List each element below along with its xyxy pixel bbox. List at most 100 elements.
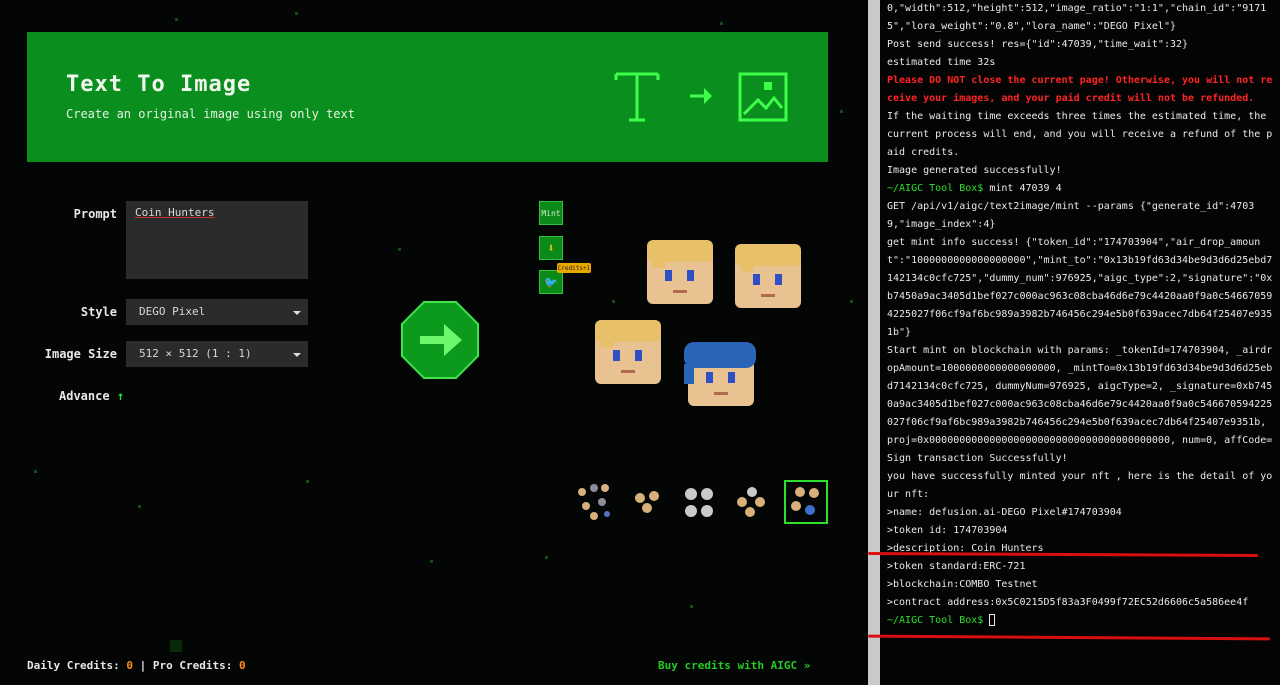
thumbnail-5-selected[interactable] [784, 480, 828, 524]
terminal-line: >blockchain:COMBO Testnet [887, 576, 1274, 594]
terminal-panel[interactable]: 0,"width":512,"height":512,"image_ratio"… [880, 0, 1280, 685]
terminal-text: you have successfully minted your nft , … [887, 471, 1273, 500]
terminal-line: >token id: 174703904 [887, 522, 1274, 540]
terminal-cursor [989, 614, 996, 626]
bg-dot [690, 605, 693, 608]
avatar [735, 244, 801, 308]
generated-image-preview [595, 240, 801, 406]
terminal-text: GET /api/v1/aigc/text2image/mint --param… [887, 201, 1255, 230]
terminal-text: >name: defusion.ai-DEGO Pixel#174703904 [887, 507, 1122, 518]
thumbnail-image [578, 484, 610, 520]
terminal-text: Please DO NOT close the current page! Ot… [887, 75, 1273, 104]
image-size-value: 512 × 512 (1 : 1) [139, 347, 252, 360]
thumbnail-1[interactable] [574, 480, 618, 524]
image-size-select[interactable]: 512 × 512 (1 : 1) [126, 341, 308, 367]
credits-separator: | [139, 659, 147, 672]
style-select[interactable]: DEGO Pixel [126, 299, 308, 325]
terminal-line: Sign transaction Successfully! [887, 450, 1274, 468]
terminal-text: mint 47039 4 [989, 183, 1062, 194]
thumbnail-3[interactable] [678, 480, 722, 524]
terminal-text: estimated time 32s [887, 57, 996, 68]
thumbnail-4[interactable] [730, 480, 774, 524]
terminal-line: estimated time 32s [887, 54, 1274, 72]
credits-summary: Daily Credits: 0 | Pro Credits: 0 [27, 659, 246, 672]
terminal-line: Image generated successfully! [887, 162, 1274, 180]
bg-dot [545, 556, 548, 559]
hero-banner: Text To Image Create an original image u… [27, 32, 828, 162]
shell-prompt: ~/AIGC Tool Box$ [887, 183, 990, 194]
terminal-line: 0,"width":512,"height":512,"image_ratio"… [887, 0, 1274, 36]
terminal-line: GET /api/v1/aigc/text2image/mint --param… [887, 198, 1274, 234]
terminal-text: If the waiting time exceeds three times … [887, 111, 1273, 158]
terminal-text: >token standard:ERC-721 [887, 561, 1026, 572]
prompt-label: Prompt [73, 207, 117, 221]
style-value: DEGO Pixel [139, 305, 206, 318]
twitter-share-button[interactable]: 🐦 [539, 270, 563, 294]
terminal-text: Post send success! res={"id":47039,"time… [887, 39, 1189, 50]
terminal-line: ~/AIGC Tool Box$ mint 47039 4 [887, 180, 1274, 198]
chevron-down-icon [293, 353, 301, 357]
prompt-textarea[interactable]: Coin Hunters [126, 201, 308, 279]
hero-illustration [612, 68, 792, 134]
text-to-image-icon [614, 72, 788, 122]
daily-credits-value: 0 [126, 659, 133, 672]
arrow-up-icon: ↑ [116, 389, 125, 403]
pro-credits-value: 0 [238, 659, 246, 672]
bg-dot [295, 12, 298, 15]
terminal-text: Start mint on blockchain with params: _t… [887, 345, 1273, 446]
bg-dot [306, 480, 309, 483]
bg-dot [398, 248, 401, 251]
terminal-text: Sign transaction Successfully! [887, 453, 1068, 464]
mint-label: Mint [541, 208, 561, 218]
bg-dot [850, 300, 853, 303]
terminal-text: >token id: 174703904 [887, 525, 1008, 536]
bg-dot [840, 110, 843, 113]
terminal-text: >contract address:0x5C0215D5f83a3F0499f7… [887, 597, 1249, 608]
terminal-line: >token standard:ERC-721 [887, 558, 1274, 576]
terminal-line: get mint info success! {"token_id":"1747… [887, 234, 1274, 342]
thumbnail-image [791, 487, 819, 515]
thumbnail-image [737, 487, 765, 517]
terminal-line: ~/AIGC Tool Box$ [887, 612, 1274, 630]
advance-toggle[interactable]: Advance ↑ [59, 389, 124, 403]
main-panel: Text To Image Create an original image u… [0, 0, 868, 685]
image-size-label: Image Size [44, 347, 117, 361]
style-label: Style [80, 305, 117, 319]
download-icon: ⬇ [547, 241, 555, 255]
bg-dot [720, 22, 723, 25]
avatar [684, 342, 756, 406]
shell-prompt: ~/AIGC Tool Box$ [887, 615, 990, 626]
terminal-line: Please DO NOT close the current page! Ot… [887, 72, 1274, 108]
bg-dot [138, 505, 141, 508]
bg-dot [175, 18, 178, 21]
terminal-text: 0,"width":512,"height":512,"image_ratio"… [887, 3, 1267, 32]
terminal-line: Start mint on blockchain with params: _t… [887, 342, 1274, 450]
terminal-line: you have successfully minted your nft , … [887, 468, 1274, 504]
twitter-icon: 🐦 [544, 275, 558, 289]
terminal-line: If the waiting time exceeds three times … [887, 108, 1274, 162]
terminal-text: get mint info success! {"token_id":"1747… [887, 237, 1273, 338]
avatar [595, 320, 661, 384]
chevron-down-icon [293, 311, 301, 315]
download-button[interactable]: ⬇ [539, 236, 563, 260]
thumbnail-2[interactable] [626, 480, 670, 524]
bg-dot [170, 640, 182, 652]
buy-credits-link[interactable]: Buy credits with AIGC » [658, 659, 810, 672]
generate-button[interactable] [400, 300, 480, 384]
prompt-text: Coin Hunters [135, 206, 215, 219]
terminal-line: >contract address:0x5C0215D5f83a3F0499f7… [887, 594, 1274, 612]
mint-button[interactable]: Mint [539, 201, 563, 225]
advance-label: Advance [59, 389, 110, 403]
thumbnail-image [635, 491, 659, 513]
daily-credits-label: Daily Credits: [27, 659, 120, 672]
bg-dot [430, 560, 433, 563]
terminal-line: Post send success! res={"id":47039,"time… [887, 36, 1274, 54]
terminal-text: >blockchain:COMBO Testnet [887, 579, 1038, 590]
bg-dot [34, 470, 37, 473]
arrow-right-icon [401, 301, 479, 379]
terminal-line: >name: defusion.ai-DEGO Pixel#174703904 [887, 504, 1274, 522]
page-title: Text To Image [66, 72, 252, 97]
page-subtitle: Create an original image using only text [66, 107, 355, 121]
pro-credits-label: Pro Credits: [152, 659, 233, 672]
panel-divider[interactable] [868, 0, 880, 685]
